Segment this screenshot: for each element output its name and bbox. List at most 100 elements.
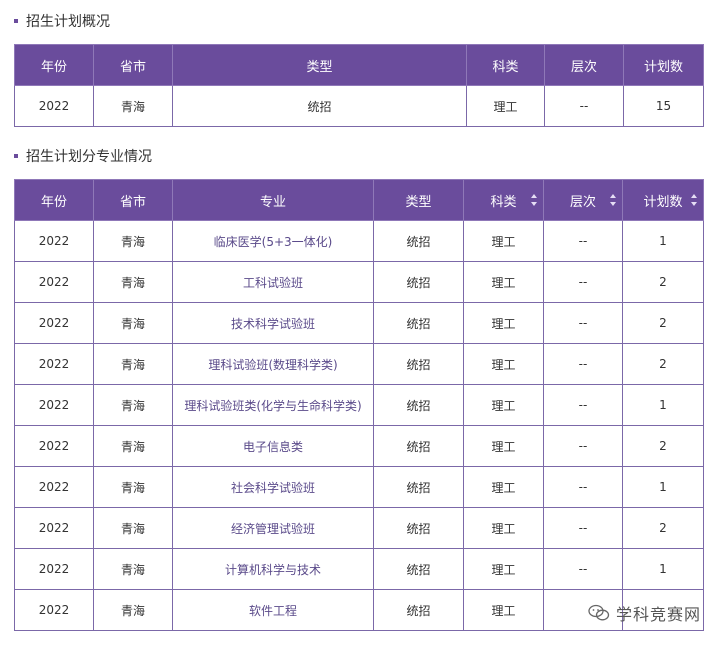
section-title-by-major: 招生计划分专业情况: [14, 146, 152, 166]
col-header-type: 类型: [172, 44, 467, 86]
col-header-year: 年份: [14, 44, 94, 86]
cell-year: 2022: [14, 85, 94, 127]
cell-type: 统招: [373, 343, 464, 385]
cell-category: 理工: [463, 302, 544, 344]
watermark: 学科竞赛网: [588, 601, 701, 625]
cell-year: 2022: [14, 507, 94, 549]
cell-count: 2: [622, 507, 704, 549]
section-title-overview: 招生计划概况: [14, 11, 110, 31]
cell-major[interactable]: 理科试验班(数理科学类): [172, 343, 374, 385]
cell-category: 理工: [463, 466, 544, 508]
cell-count: 1: [622, 548, 704, 590]
overview-table: 年份 省市 类型 科类 层次 计划数 2022 青海 统招 理工 -- 15: [14, 44, 704, 127]
col-header-type: 类型: [373, 179, 464, 221]
cell-level: --: [543, 261, 623, 303]
cell-major[interactable]: 电子信息类: [172, 425, 374, 467]
table-row: 2022 青海 工科试验班 统招 理工 -- 2: [14, 261, 704, 303]
cell-province: 青海: [93, 548, 173, 590]
cell-type: 统招: [373, 589, 464, 631]
col-header-label: 层次: [569, 194, 596, 210]
cell-province: 青海: [93, 507, 173, 549]
cell-major[interactable]: 临床医学(5+3一体化): [172, 220, 374, 262]
cell-year: 2022: [14, 548, 94, 590]
sort-icon[interactable]: [610, 194, 617, 206]
sort-icon[interactable]: [691, 194, 698, 206]
cell-year: 2022: [14, 589, 94, 631]
cell-count: 2: [622, 343, 704, 385]
cell-major[interactable]: 技术科学试验班: [172, 302, 374, 344]
cell-province: 青海: [93, 384, 173, 426]
cell-category: 理工: [463, 507, 544, 549]
cell-category: 理工: [463, 548, 544, 590]
col-header-category: 科类: [466, 44, 545, 86]
wechat-icon: [588, 604, 610, 621]
col-header-major: 专业: [172, 179, 374, 221]
table-row: 2022 青海 理科试验班(数理科学类) 统招 理工 -- 2: [14, 343, 704, 385]
cell-province: 青海: [93, 220, 173, 262]
cell-type: 统招: [373, 261, 464, 303]
cell-province: 青海: [93, 85, 173, 127]
col-header-province: 省市: [93, 179, 173, 221]
cell-category: 理工: [463, 384, 544, 426]
cell-province: 青海: [93, 343, 173, 385]
col-header-count: 计划数: [623, 44, 704, 86]
cell-type: 统招: [172, 85, 467, 127]
col-header-level[interactable]: 层次: [543, 179, 623, 221]
cell-province: 青海: [93, 261, 173, 303]
cell-count: 15: [623, 85, 704, 127]
cell-type: 统招: [373, 302, 464, 344]
bullet-icon: [14, 154, 18, 158]
col-header-label: 计划数: [643, 194, 683, 210]
cell-year: 2022: [14, 466, 94, 508]
cell-category: 理工: [463, 220, 544, 262]
cell-type: 统招: [373, 384, 464, 426]
col-header-count[interactable]: 计划数: [622, 179, 704, 221]
col-header-level: 层次: [544, 44, 624, 86]
cell-level: --: [543, 220, 623, 262]
cell-level: --: [543, 384, 623, 426]
cell-province: 青海: [93, 302, 173, 344]
cell-year: 2022: [14, 384, 94, 426]
table-row: 2022 青海 统招 理工 -- 15: [14, 85, 704, 127]
cell-count: 2: [622, 261, 704, 303]
col-header-category[interactable]: 科类: [463, 179, 544, 221]
cell-major[interactable]: 理科试验班类(化学与生命科学类): [172, 384, 374, 426]
cell-type: 统招: [373, 425, 464, 467]
table-row: 2022 青海 理科试验班类(化学与生命科学类) 统招 理工 -- 1: [14, 384, 704, 426]
cell-major[interactable]: 社会科学试验班: [172, 466, 374, 508]
cell-level: --: [544, 85, 624, 127]
table-row: 2022 青海 临床医学(5+3一体化) 统招 理工 -- 1: [14, 220, 704, 262]
bullet-icon: [14, 19, 18, 23]
cell-count: 2: [622, 425, 704, 467]
cell-major[interactable]: 经济管理试验班: [172, 507, 374, 549]
cell-province: 青海: [93, 589, 173, 631]
cell-major[interactable]: 软件工程: [172, 589, 374, 631]
cell-count: 2: [622, 302, 704, 344]
col-header-province: 省市: [93, 44, 173, 86]
cell-count: 1: [622, 220, 704, 262]
cell-major[interactable]: 工科试验班: [172, 261, 374, 303]
cell-major[interactable]: 计算机科学与技术: [172, 548, 374, 590]
major-table: 年份 省市 专业 类型 科类 层次 计划数 2022 青海 临床医学(5+3一体化)…: [14, 179, 704, 631]
table-row: 2022 青海 社会科学试验班 统招 理工 -- 1: [14, 466, 704, 508]
watermark-text: 学科竞赛网: [615, 605, 701, 624]
cell-type: 统招: [373, 220, 464, 262]
sort-icon[interactable]: [531, 194, 538, 206]
cell-category: 理工: [463, 261, 544, 303]
table-row: 2022 青海 技术科学试验班 统招 理工 -- 2: [14, 302, 704, 344]
cell-province: 青海: [93, 425, 173, 467]
table-row: 2022 青海 电子信息类 统招 理工 -- 2: [14, 425, 704, 467]
cell-level: --: [543, 343, 623, 385]
cell-level: --: [543, 548, 623, 590]
cell-type: 统招: [373, 466, 464, 508]
cell-province: 青海: [93, 466, 173, 508]
cell-category: 理工: [463, 343, 544, 385]
cell-count: 1: [622, 384, 704, 426]
cell-year: 2022: [14, 425, 94, 467]
section-title-text: 招生计划分专业情况: [26, 149, 152, 165]
cell-year: 2022: [14, 220, 94, 262]
cell-count: 1: [622, 466, 704, 508]
cell-level: --: [543, 507, 623, 549]
col-header-year: 年份: [14, 179, 94, 221]
table-header-row: 年份 省市 专业 类型 科类 层次 计划数: [14, 179, 704, 221]
